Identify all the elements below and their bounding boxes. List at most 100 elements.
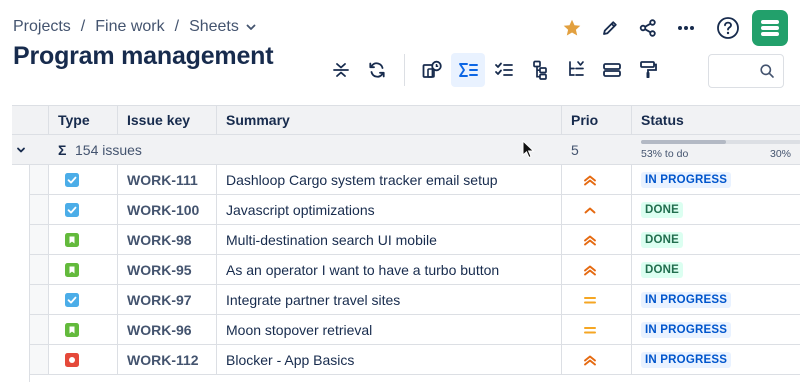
group-summary-row[interactable]: Σ 154 issues 5 53% to do 30%	[12, 135, 800, 165]
sheet-grid: Type Issue key Summary Prio Status	[30, 105, 800, 135]
breadcrumb-sheets[interactable]: Sheets	[189, 18, 239, 36]
issue-key-cell[interactable]: WORK-98	[118, 225, 217, 254]
type-cell[interactable]	[49, 225, 118, 254]
summary-cell[interactable]: Javascript optimizations	[217, 195, 562, 224]
column-header-row: Type Issue key Summary Prio Status	[30, 105, 800, 135]
status-lozenge[interactable]: IN PROGRESS	[641, 351, 732, 368]
prio-cell[interactable]	[562, 225, 632, 254]
status-lozenge[interactable]: DONE	[641, 201, 684, 218]
table-row[interactable]: WORK-112 Blocker - App Basics IN PROGRESS	[30, 345, 800, 375]
summary-cell[interactable]: Multi-destination search UI mobile	[217, 225, 562, 254]
group-issue-count: 154 issues	[75, 141, 142, 158]
type-cell[interactable]	[49, 195, 118, 224]
status-lozenge[interactable]: DONE	[641, 261, 684, 278]
task-checkbox-icon	[65, 202, 79, 217]
progress-todo-label: 53% to do	[641, 148, 689, 160]
breadcrumb: Projects / Fine work / Sheets	[13, 18, 257, 36]
summary-cell[interactable]: Blocker - App Basics	[217, 345, 562, 374]
summary-cell[interactable]: Dashloop Cargo system tracker email setu…	[217, 165, 562, 194]
help-icon[interactable]	[710, 10, 746, 46]
edit-pencil-icon[interactable]	[592, 10, 628, 46]
breadcrumb-separator: /	[174, 18, 180, 35]
row-handle[interactable]	[30, 285, 49, 314]
checklist-icon[interactable]	[487, 53, 521, 87]
collapse-rows-icon[interactable]	[324, 53, 358, 87]
hierarchy-icon[interactable]	[523, 53, 557, 87]
status-lozenge[interactable]: DONE	[641, 231, 684, 248]
row-handle[interactable]	[30, 315, 49, 344]
progress-bar	[641, 140, 800, 144]
row-handle[interactable]	[30, 225, 49, 254]
breadcrumb-fine-work[interactable]: Fine work	[95, 18, 164, 36]
table-row[interactable]: WORK-111 Dashloop Cargo system tracker em…	[30, 165, 800, 195]
prio-cell[interactable]	[562, 345, 632, 374]
column-header-prio[interactable]: Prio	[562, 106, 632, 134]
status-cell[interactable]: IN PROGRESS	[632, 315, 800, 344]
status-lozenge[interactable]: IN PROGRESS	[641, 321, 732, 338]
status-cell[interactable]: DONE	[632, 255, 800, 284]
refresh-icon[interactable]	[360, 53, 394, 87]
prio-cell[interactable]	[562, 285, 632, 314]
format-paint-icon[interactable]	[631, 53, 665, 87]
table-row[interactable]: WORK-98 Multi-destination search UI mobil…	[30, 225, 800, 255]
table-row[interactable]: WORK-95 As an operator I want to have a t…	[30, 255, 800, 285]
table-row[interactable]: WORK-97 Integrate partner travel sites IN …	[30, 285, 800, 315]
issue-key-cell[interactable]: WORK-95	[118, 255, 217, 284]
progress-right-label: 30%	[769, 148, 791, 160]
issue-key-cell[interactable]: WORK-100	[118, 195, 217, 224]
row-layout-icon[interactable]	[595, 53, 629, 87]
sum-icon: Σ	[58, 141, 67, 158]
column-header-type[interactable]: Type	[49, 106, 118, 134]
search-input[interactable]	[708, 54, 784, 88]
status-cell[interactable]: DONE	[632, 225, 800, 254]
search-icon	[759, 63, 775, 84]
status-cell[interactable]: IN PROGRESS	[632, 165, 800, 194]
type-cell[interactable]	[49, 315, 118, 344]
type-cell[interactable]	[49, 285, 118, 314]
sum-icon[interactable]	[451, 53, 485, 87]
type-cell[interactable]	[49, 165, 118, 194]
breadcrumb-projects[interactable]: Projects	[13, 18, 71, 36]
status-cell[interactable]: IN PROGRESS	[632, 285, 800, 314]
table-row[interactable]: WORK-96 Moon stopover retrieval IN PROGRES…	[30, 315, 800, 345]
summary-cell[interactable]: Moon stopover retrieval	[217, 315, 562, 344]
row-handle[interactable]	[30, 165, 49, 194]
column-header-rownum	[30, 106, 49, 134]
status-cell[interactable]: DONE	[632, 195, 800, 224]
star-icon[interactable]	[554, 10, 590, 46]
tree-filter-icon[interactable]	[559, 53, 593, 87]
share-icon[interactable]	[630, 10, 666, 46]
top-actions	[552, 10, 788, 46]
more-icon[interactable]	[668, 10, 704, 46]
chevron-down-icon[interactable]	[12, 144, 30, 156]
column-header-status[interactable]: Status	[632, 106, 800, 134]
prio-cell[interactable]	[562, 315, 632, 344]
priority-medium-icon	[582, 292, 598, 308]
column-header-summary[interactable]: Summary	[217, 106, 562, 134]
status-lozenge[interactable]: IN PROGRESS	[641, 291, 732, 308]
column-header-issue-key[interactable]: Issue key	[118, 106, 217, 134]
prio-cell[interactable]	[562, 255, 632, 284]
row-handle[interactable]	[30, 345, 49, 374]
type-cell[interactable]	[49, 345, 118, 374]
status-cell[interactable]: IN PROGRESS	[632, 345, 800, 374]
priority-high-icon	[582, 352, 598, 368]
status-lozenge[interactable]: IN PROGRESS	[641, 171, 732, 188]
summary-cell[interactable]: Integrate partner travel sites	[217, 285, 562, 314]
issue-key-cell[interactable]: WORK-96	[118, 315, 217, 344]
prio-cell[interactable]	[562, 195, 632, 224]
app-logo[interactable]	[752, 10, 788, 46]
issue-key-cell[interactable]: WORK-97	[118, 285, 217, 314]
chevron-down-icon[interactable]	[245, 21, 257, 33]
type-cell[interactable]	[49, 255, 118, 284]
mouse-cursor-icon	[522, 139, 536, 165]
table-row[interactable]: WORK-100 Javascript optimizations DONE	[30, 195, 800, 225]
summary-cell[interactable]: As an operator I want to have a turbo bu…	[217, 255, 562, 284]
issue-key-cell[interactable]: WORK-111	[118, 165, 217, 194]
prio-cell[interactable]	[562, 165, 632, 194]
row-handle[interactable]	[30, 195, 49, 224]
row-handle[interactable]	[30, 255, 49, 284]
task-checkbox-icon	[65, 292, 79, 307]
issue-key-cell[interactable]: WORK-112	[118, 345, 217, 374]
add-history-icon[interactable]	[415, 53, 449, 87]
